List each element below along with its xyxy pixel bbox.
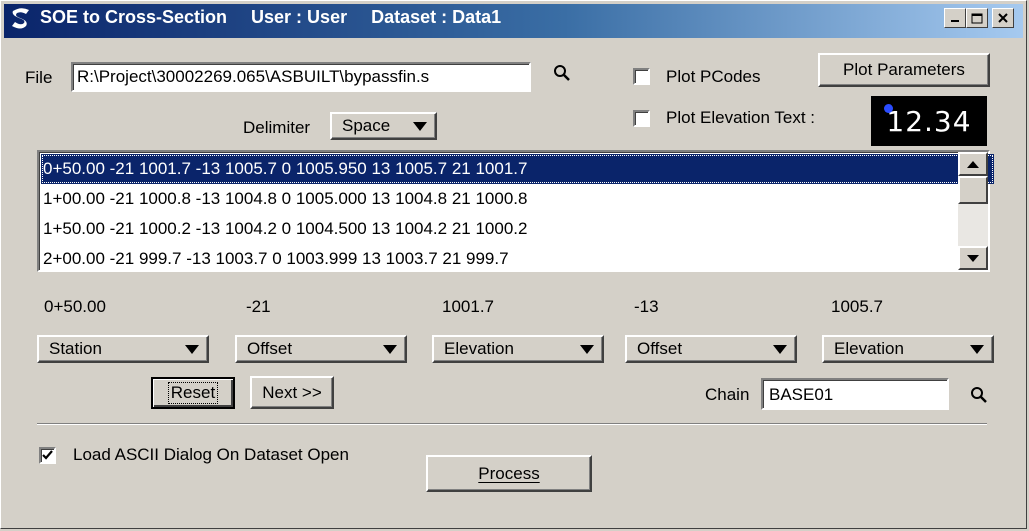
file-search-icon[interactable] [553,64,571,82]
arrow-down-icon [967,254,979,262]
list-item[interactable]: 1+00.00 -21 1000.8 -13 1004.8 0 1005.000… [41,184,527,214]
column-4-value: -13 [634,297,659,316]
load-ascii-checkbox[interactable] [39,447,56,464]
column-3-type-dropdown[interactable]: Elevation [432,335,604,363]
column-5-value: 1005.7 [831,297,883,316]
process-button[interactable]: Process [426,455,592,492]
reset-button[interactable]: Reset [151,377,235,409]
column-5-type-value: Elevation [834,339,904,358]
delimiter-label: Delimiter [243,118,311,137]
scroll-thumb[interactable] [958,176,988,204]
chevron-down-icon [580,344,594,354]
list-item[interactable]: 1+50.00 -21 1000.2 -13 1004.2 0 1004.500… [41,214,527,244]
plot-parameters-button[interactable]: Plot Parameters [818,53,990,87]
process-label: Process [478,463,540,483]
list-item-text: 0+50.00 -21 1001.7 -13 1005.7 0 1005.950… [43,159,528,178]
delimiter-value: Space [342,116,391,135]
title-app-name: SOE to Cross-Section [40,7,228,27]
column-4-type-dropdown[interactable]: Offset [625,335,797,363]
file-label: File [25,68,53,87]
minimize-button[interactable] [944,8,966,28]
reset-label: Reset [167,382,219,404]
elevation-text-sample: 12.34 [886,104,972,138]
list-item-text: 1+50.00 -21 1000.2 -13 1004.2 0 1004.500… [43,219,528,238]
plot-elevation-text-checkbox[interactable] [633,110,650,127]
file-path-field[interactable]: R:\Project\30002269.065\ASBUILT\bypassfi… [71,62,531,92]
column-1-type-dropdown[interactable]: Station [37,335,209,363]
scroll-up-button[interactable] [958,152,988,176]
column-3-type-value: Elevation [444,339,514,358]
next-button[interactable]: Next >> [250,376,334,409]
chevron-down-icon [185,344,199,354]
chevron-down-icon [383,344,397,354]
window-title: SOE to Cross-Section User : User Dataset :… [40,7,525,28]
maximize-icon [971,13,983,23]
column-2-type-value: Offset [247,339,293,358]
column-5-type-dropdown[interactable]: Elevation [822,335,994,363]
plot-parameters-label: Plot Parameters [843,60,965,79]
app-logo-icon [12,8,29,29]
file-path-value: R:\Project\30002269.065\ASBUILT\bypassfi… [77,67,430,86]
scroll-down-button[interactable] [958,246,988,270]
arrow-up-icon [967,160,979,168]
plot-elevation-text-label: Plot Elevation Text : [666,108,815,127]
list-item-text: 2+00.00 -21 999.7 -13 1003.7 0 1003.999 … [43,249,509,268]
list-item-text: 1+00.00 -21 1000.8 -13 1004.8 0 1005.000… [43,189,528,208]
next-label: Next >> [262,382,322,402]
check-mark-icon [42,450,53,460]
list-item[interactable]: 2+00.00 -21 999.7 -13 1003.7 0 1003.999 … [41,244,509,274]
divider [37,423,987,425]
load-ascii-label: Load ASCII Dialog On Dataset Open [73,445,349,464]
text-color-dot-icon [884,104,893,113]
title-dataset: Dataset : Data1 [371,7,502,27]
vertical-scrollbar[interactable] [958,152,988,270]
list-item[interactable]: 0+50.00 -21 1001.7 -13 1005.7 0 1005.950… [41,154,994,184]
chevron-down-icon [413,121,427,131]
column-3-value: 1001.7 [442,297,494,316]
maximize-button[interactable] [966,8,988,28]
column-1-value: 0+50.00 [44,297,106,316]
chain-label: Chain [705,385,750,404]
column-2-type-dropdown[interactable]: Offset [235,335,407,363]
data-listbox[interactable]: 0+50.00 -21 1001.7 -13 1005.7 0 1005.950… [37,150,994,274]
chain-value: BASE01 [769,385,834,404]
close-icon [998,13,1008,23]
column-4-type-value: Offset [637,339,683,358]
minimize-icon [951,20,959,22]
plot-pcodes-checkbox[interactable] [633,68,650,85]
column-1-type-value: Station [49,339,102,358]
column-2-value: -21 [246,297,271,316]
chevron-down-icon [773,344,787,354]
chevron-down-icon [970,344,984,354]
close-button[interactable] [992,8,1014,28]
delimiter-dropdown[interactable]: Space [330,112,437,140]
plot-pcodes-label: Plot PCodes [666,67,761,86]
title-user: User : User [251,7,348,27]
chain-search-icon[interactable] [970,386,988,404]
chain-field[interactable]: BASE01 [761,378,949,410]
